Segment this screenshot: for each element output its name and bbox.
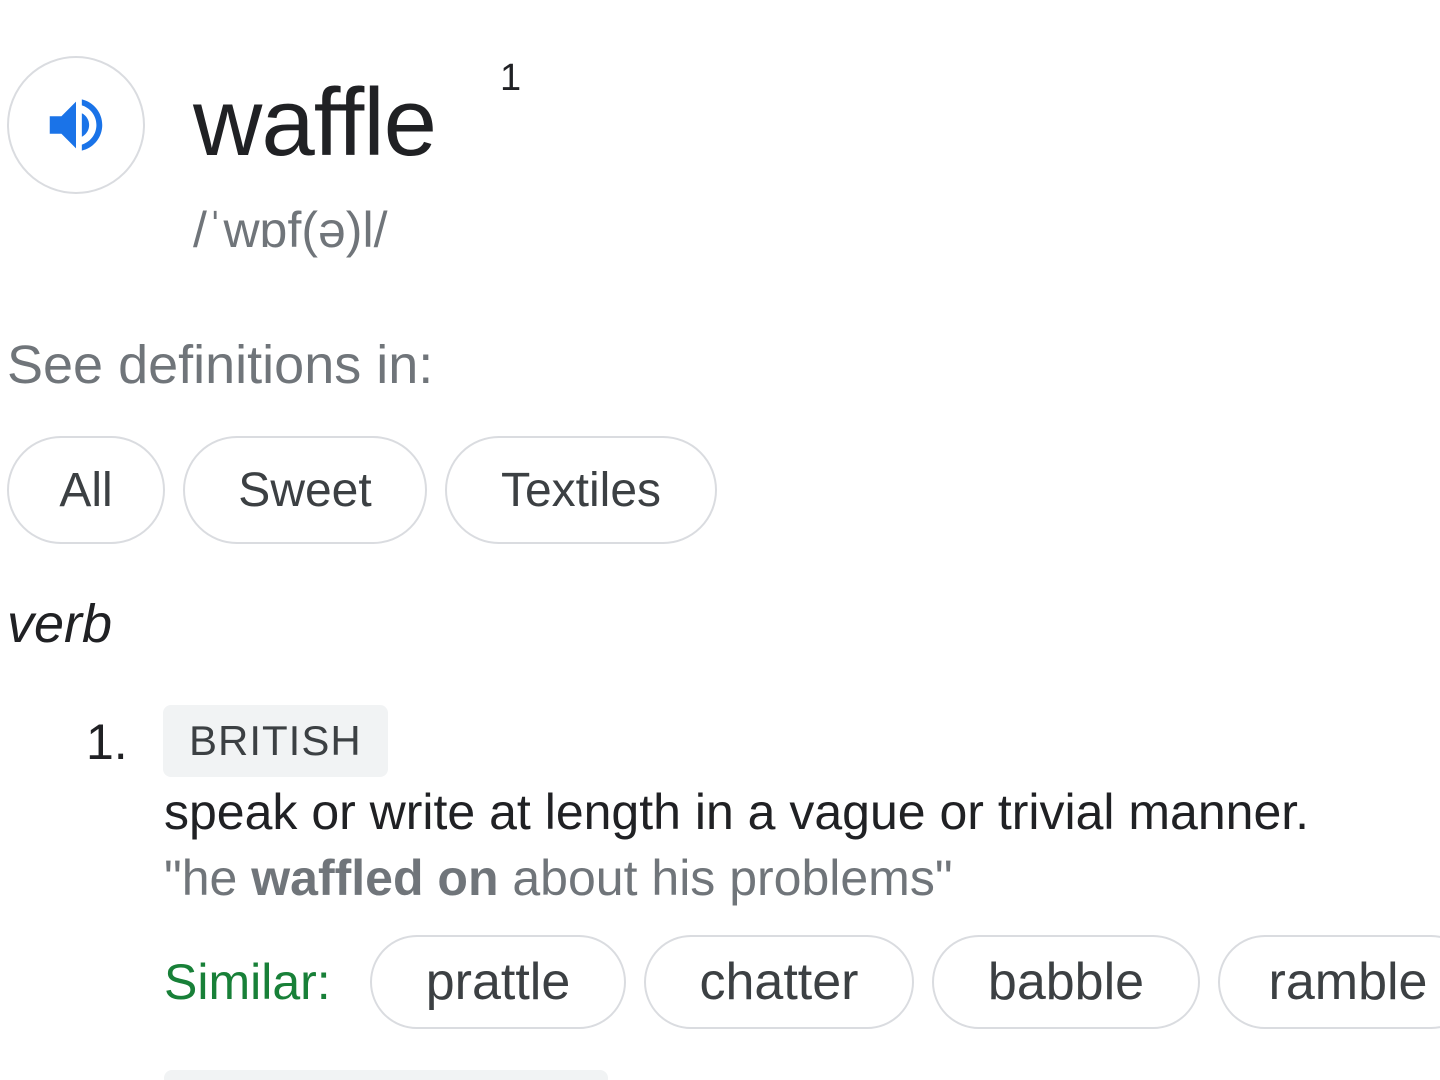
phonetic-transcription: /ˈwɒf(ə)l/ — [193, 202, 388, 258]
play-pronunciation-button[interactable] — [7, 56, 145, 194]
speaker-volume-icon — [49, 99, 103, 151]
definition-category-chips: All Sweet Textiles — [7, 436, 717, 544]
sense-number: 1. — [86, 714, 128, 770]
see-definitions-label: See definitions in: — [7, 335, 434, 395]
example-close: about his problems" — [498, 850, 953, 906]
chip-textiles[interactable]: Textiles — [445, 436, 717, 544]
dictionary-card: waffle 1 /ˈwɒf(ə)l/ See definitions in: … — [0, 0, 1440, 1080]
homograph-number: 1 — [500, 57, 522, 99]
example-sentence: "he waffled on about his problems" — [164, 848, 953, 908]
part-of-speech: verb — [7, 594, 113, 654]
next-label-badge — [164, 1070, 608, 1080]
similar-words: prattle chatter babble ramble — [370, 935, 1440, 1029]
similar-label: Similar: — [164, 954, 331, 1010]
example-highlight: waffled on — [251, 850, 499, 906]
synonym-chip-chatter[interactable]: chatter — [644, 935, 914, 1029]
region-label-badge: BRITISH — [163, 705, 388, 777]
headword: waffle — [193, 69, 437, 176]
chip-all[interactable]: All — [7, 436, 165, 544]
example-open: "he — [164, 850, 252, 906]
synonym-chip-prattle[interactable]: prattle — [370, 935, 626, 1029]
synonym-chip-babble[interactable]: babble — [932, 935, 1200, 1029]
chip-sweet[interactable]: Sweet — [183, 436, 427, 544]
definition-text: speak or write at length in a vague or t… — [164, 784, 1310, 840]
synonym-chip-ramble[interactable]: ramble — [1218, 935, 1440, 1029]
